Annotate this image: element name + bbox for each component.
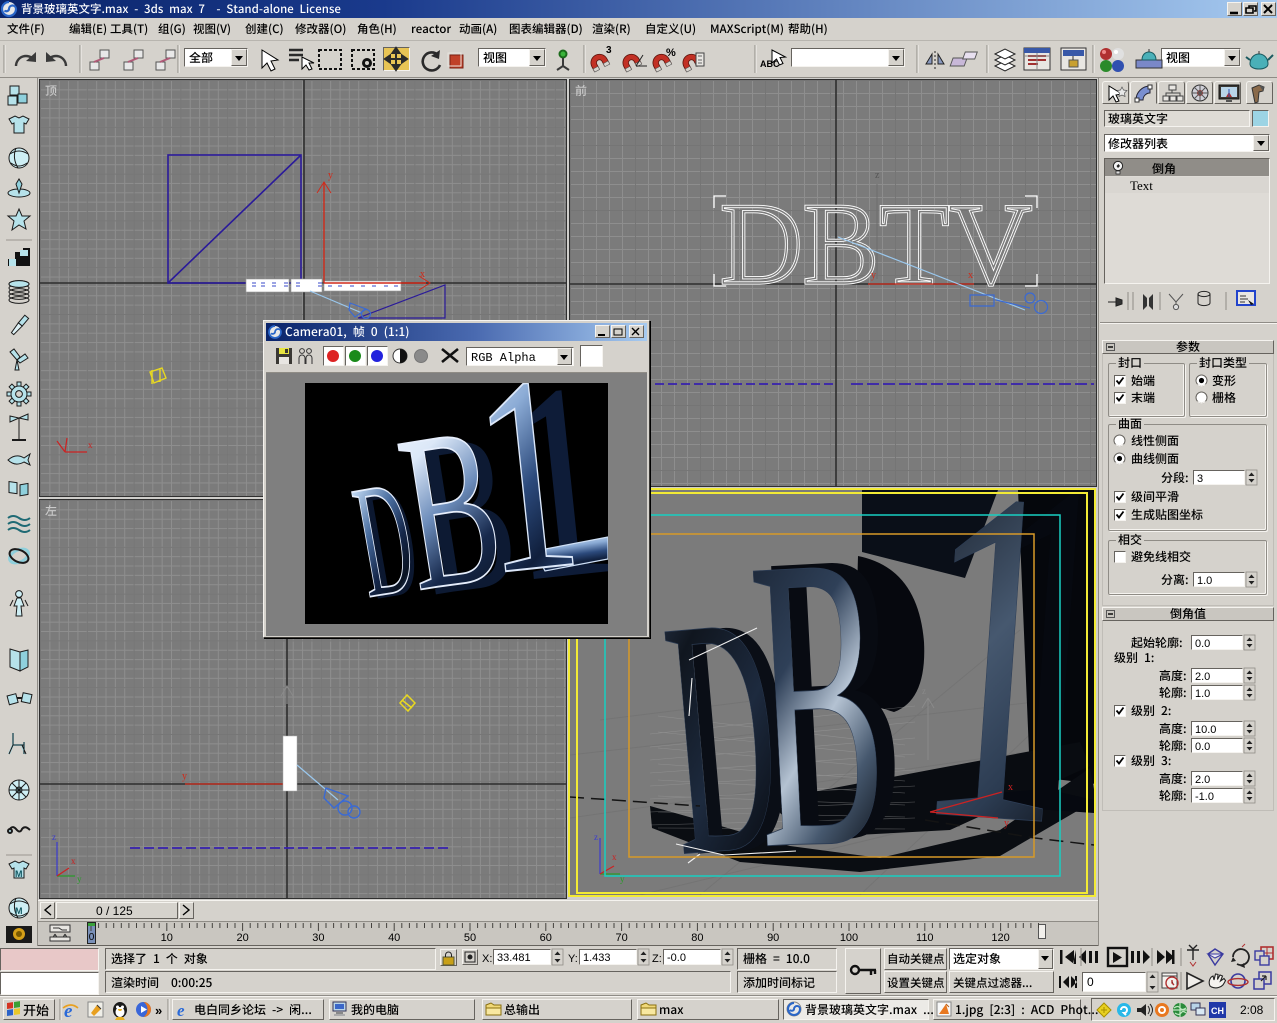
svg-text:x: x [612, 852, 617, 862]
svg-text:z: z [922, 686, 926, 696]
svg-text:x: x [420, 269, 425, 280]
svg-text:DBTV: DBTV [720, 180, 1032, 309]
svg-text:y: y [871, 270, 876, 281]
svg-text:x: x [71, 856, 76, 866]
svg-text:x: x [1008, 782, 1013, 793]
svg-text:z: z [875, 170, 880, 181]
svg-text:y: y [328, 170, 333, 181]
svg-text:z: z [52, 832, 56, 842]
svg-text:x: x [88, 440, 93, 450]
svg-text:z: z [594, 832, 598, 842]
svg-text:y: y [182, 771, 187, 782]
svg-text:B: B [742, 466, 894, 937]
svg-text:y: y [77, 874, 82, 884]
svg-text:y: y [1004, 818, 1009, 829]
svg-text:x: x [968, 270, 973, 281]
